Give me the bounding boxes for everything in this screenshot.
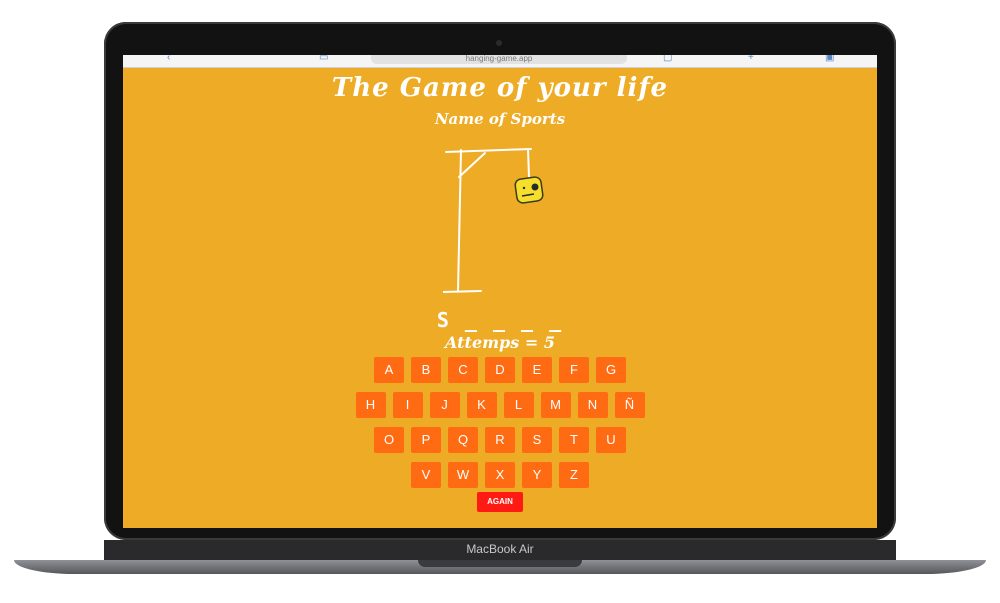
hangman-head-icon [514, 176, 544, 204]
letter-key[interactable]: P [411, 427, 441, 453]
address-bar[interactable]: hanging-game.app [371, 55, 627, 64]
letter-key[interactable]: S [522, 427, 552, 453]
letter-key[interactable]: F [559, 357, 589, 383]
letter-key[interactable]: Q [448, 427, 478, 453]
keyboard-row: ABCDEFG [123, 357, 877, 383]
letter-key[interactable]: V [411, 462, 441, 488]
letter-key[interactable]: Z [559, 462, 589, 488]
letter-key[interactable]: Y [522, 462, 552, 488]
attempts-counter: Attemps = 5 [123, 333, 877, 352]
letter-key[interactable]: Ñ [614, 392, 645, 418]
keyboard-row: OPQRSTU [123, 427, 877, 453]
letter-key[interactable]: H [355, 392, 386, 418]
share-icon[interactable]: ▢ [663, 55, 672, 64]
page-title: The Game of your life [331, 73, 669, 103]
letter-key[interactable]: B [411, 357, 441, 383]
letter-key[interactable]: N [577, 392, 608, 418]
letter-key[interactable]: U [596, 427, 626, 453]
attempts-label: Attemps = [445, 333, 539, 352]
letter-key[interactable]: J [429, 392, 460, 418]
letter-key[interactable]: D [485, 357, 515, 383]
letter-key[interactable]: M [540, 392, 571, 418]
letter-key[interactable]: C [448, 357, 478, 383]
category-subtitle: Name of Sports [434, 110, 566, 128]
keyboard-row: VWXYZ [123, 462, 877, 488]
gallows-base [443, 290, 482, 293]
word-display: S _ _ _ _ [436, 308, 564, 332]
add-tab-icon[interactable]: + [748, 55, 754, 64]
tabs-icon[interactable]: ▣ [825, 55, 834, 64]
bookmarks-icon[interactable]: ▭ [319, 55, 328, 64]
gallows-rope [527, 148, 530, 178]
letter-key[interactable]: O [374, 427, 404, 453]
letter-key[interactable]: I [392, 392, 423, 418]
gallows-brace [458, 152, 486, 178]
letter-key[interactable]: E [522, 357, 552, 383]
browser-toolbar: ‹ ▭ hanging-game.app ▢ + ▣ [123, 55, 877, 68]
back-icon[interactable]: ‹ [167, 55, 170, 64]
letter-keyboard: ABCDEFG HIJKLMNÑ OPQRSTU VWXYZ [123, 357, 877, 497]
keyboard-row: HIJKLMNÑ [123, 392, 877, 418]
letter-key[interactable]: K [466, 392, 497, 418]
again-button[interactable]: AGAIN [477, 492, 523, 512]
gallows-drawing [443, 148, 544, 293]
laptop-notch [418, 560, 582, 567]
letter-key[interactable]: L [503, 392, 534, 418]
letter-key[interactable]: G [596, 357, 626, 383]
attempts-value: 5 [543, 333, 555, 352]
camera-icon [496, 40, 502, 46]
gallows-post [457, 149, 462, 292]
letter-key[interactable]: X [485, 462, 515, 488]
letter-key[interactable]: R [485, 427, 515, 453]
gallows-beam [445, 148, 532, 153]
app-screen: ‹ ▭ hanging-game.app ▢ + ▣ The Game of y… [123, 55, 877, 528]
letter-key[interactable]: T [559, 427, 589, 453]
letter-key[interactable]: A [374, 357, 404, 383]
model-label: MacBook Air [466, 542, 534, 556]
letter-key[interactable]: W [448, 462, 478, 488]
